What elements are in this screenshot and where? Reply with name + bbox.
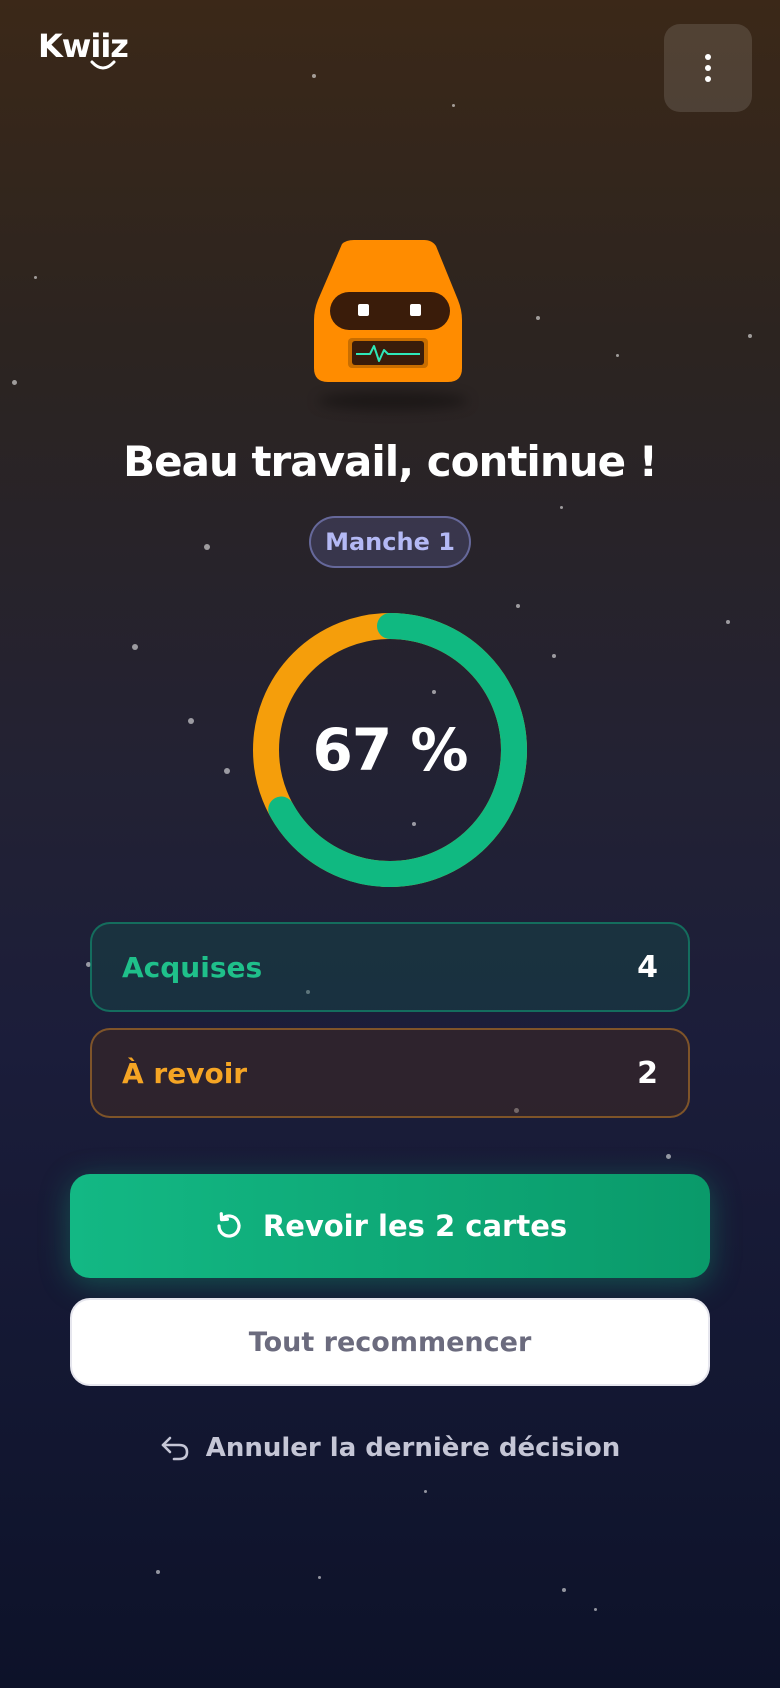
stat-acquired-value: 4 (637, 949, 658, 985)
star (204, 544, 210, 550)
stat-review-value: 2 (637, 1055, 658, 1091)
star (312, 74, 316, 78)
star (560, 506, 563, 509)
logo-text: Kwiiz (38, 27, 129, 65)
stat-review: À revoir 2 (90, 1028, 690, 1118)
star (156, 1570, 160, 1574)
mascot-shadow (318, 392, 468, 410)
star (594, 1608, 597, 1611)
star (562, 1588, 566, 1592)
stat-acquired: Acquises 4 (90, 922, 690, 1012)
logo-smile-icon (90, 60, 116, 70)
star (188, 718, 194, 724)
undo-last-decision-button[interactable]: Annuler la dernière décision (0, 1428, 780, 1468)
refresh-icon (217, 1212, 241, 1238)
star (132, 644, 138, 650)
review-cards-label: Revoir les 2 cartes (262, 1209, 568, 1243)
undo-icon (161, 1436, 189, 1461)
star (224, 768, 230, 774)
result-title: Beau travail, continue ! (123, 437, 658, 486)
restart-all-button[interactable]: Tout recommencer (70, 1298, 710, 1386)
star (726, 620, 730, 624)
star (424, 1490, 427, 1493)
star (616, 354, 619, 357)
score-percentage: 67 % (312, 716, 468, 784)
app-logo[interactable]: Kwiiz (38, 28, 138, 76)
star (552, 654, 556, 658)
menu-button[interactable] (664, 24, 752, 112)
robot-mascot-icon (314, 240, 462, 382)
review-cards-button[interactable]: Revoir les 2 cartes (70, 1174, 710, 1278)
undo-label: Annuler la dernière décision (205, 1433, 621, 1463)
star (34, 276, 37, 279)
star (536, 316, 540, 320)
star (666, 1154, 671, 1159)
star (452, 104, 455, 107)
more-vertical-icon (705, 54, 711, 82)
round-badge: Manche 1 (309, 516, 471, 568)
round-label: Manche 1 (325, 528, 455, 556)
star (748, 334, 752, 338)
stat-acquired-label: Acquises (122, 950, 263, 984)
restart-all-label: Tout recommencer (248, 1326, 532, 1358)
star (12, 380, 17, 385)
stat-review-label: À revoir (122, 1056, 248, 1090)
star (318, 1576, 321, 1579)
star (516, 604, 520, 608)
